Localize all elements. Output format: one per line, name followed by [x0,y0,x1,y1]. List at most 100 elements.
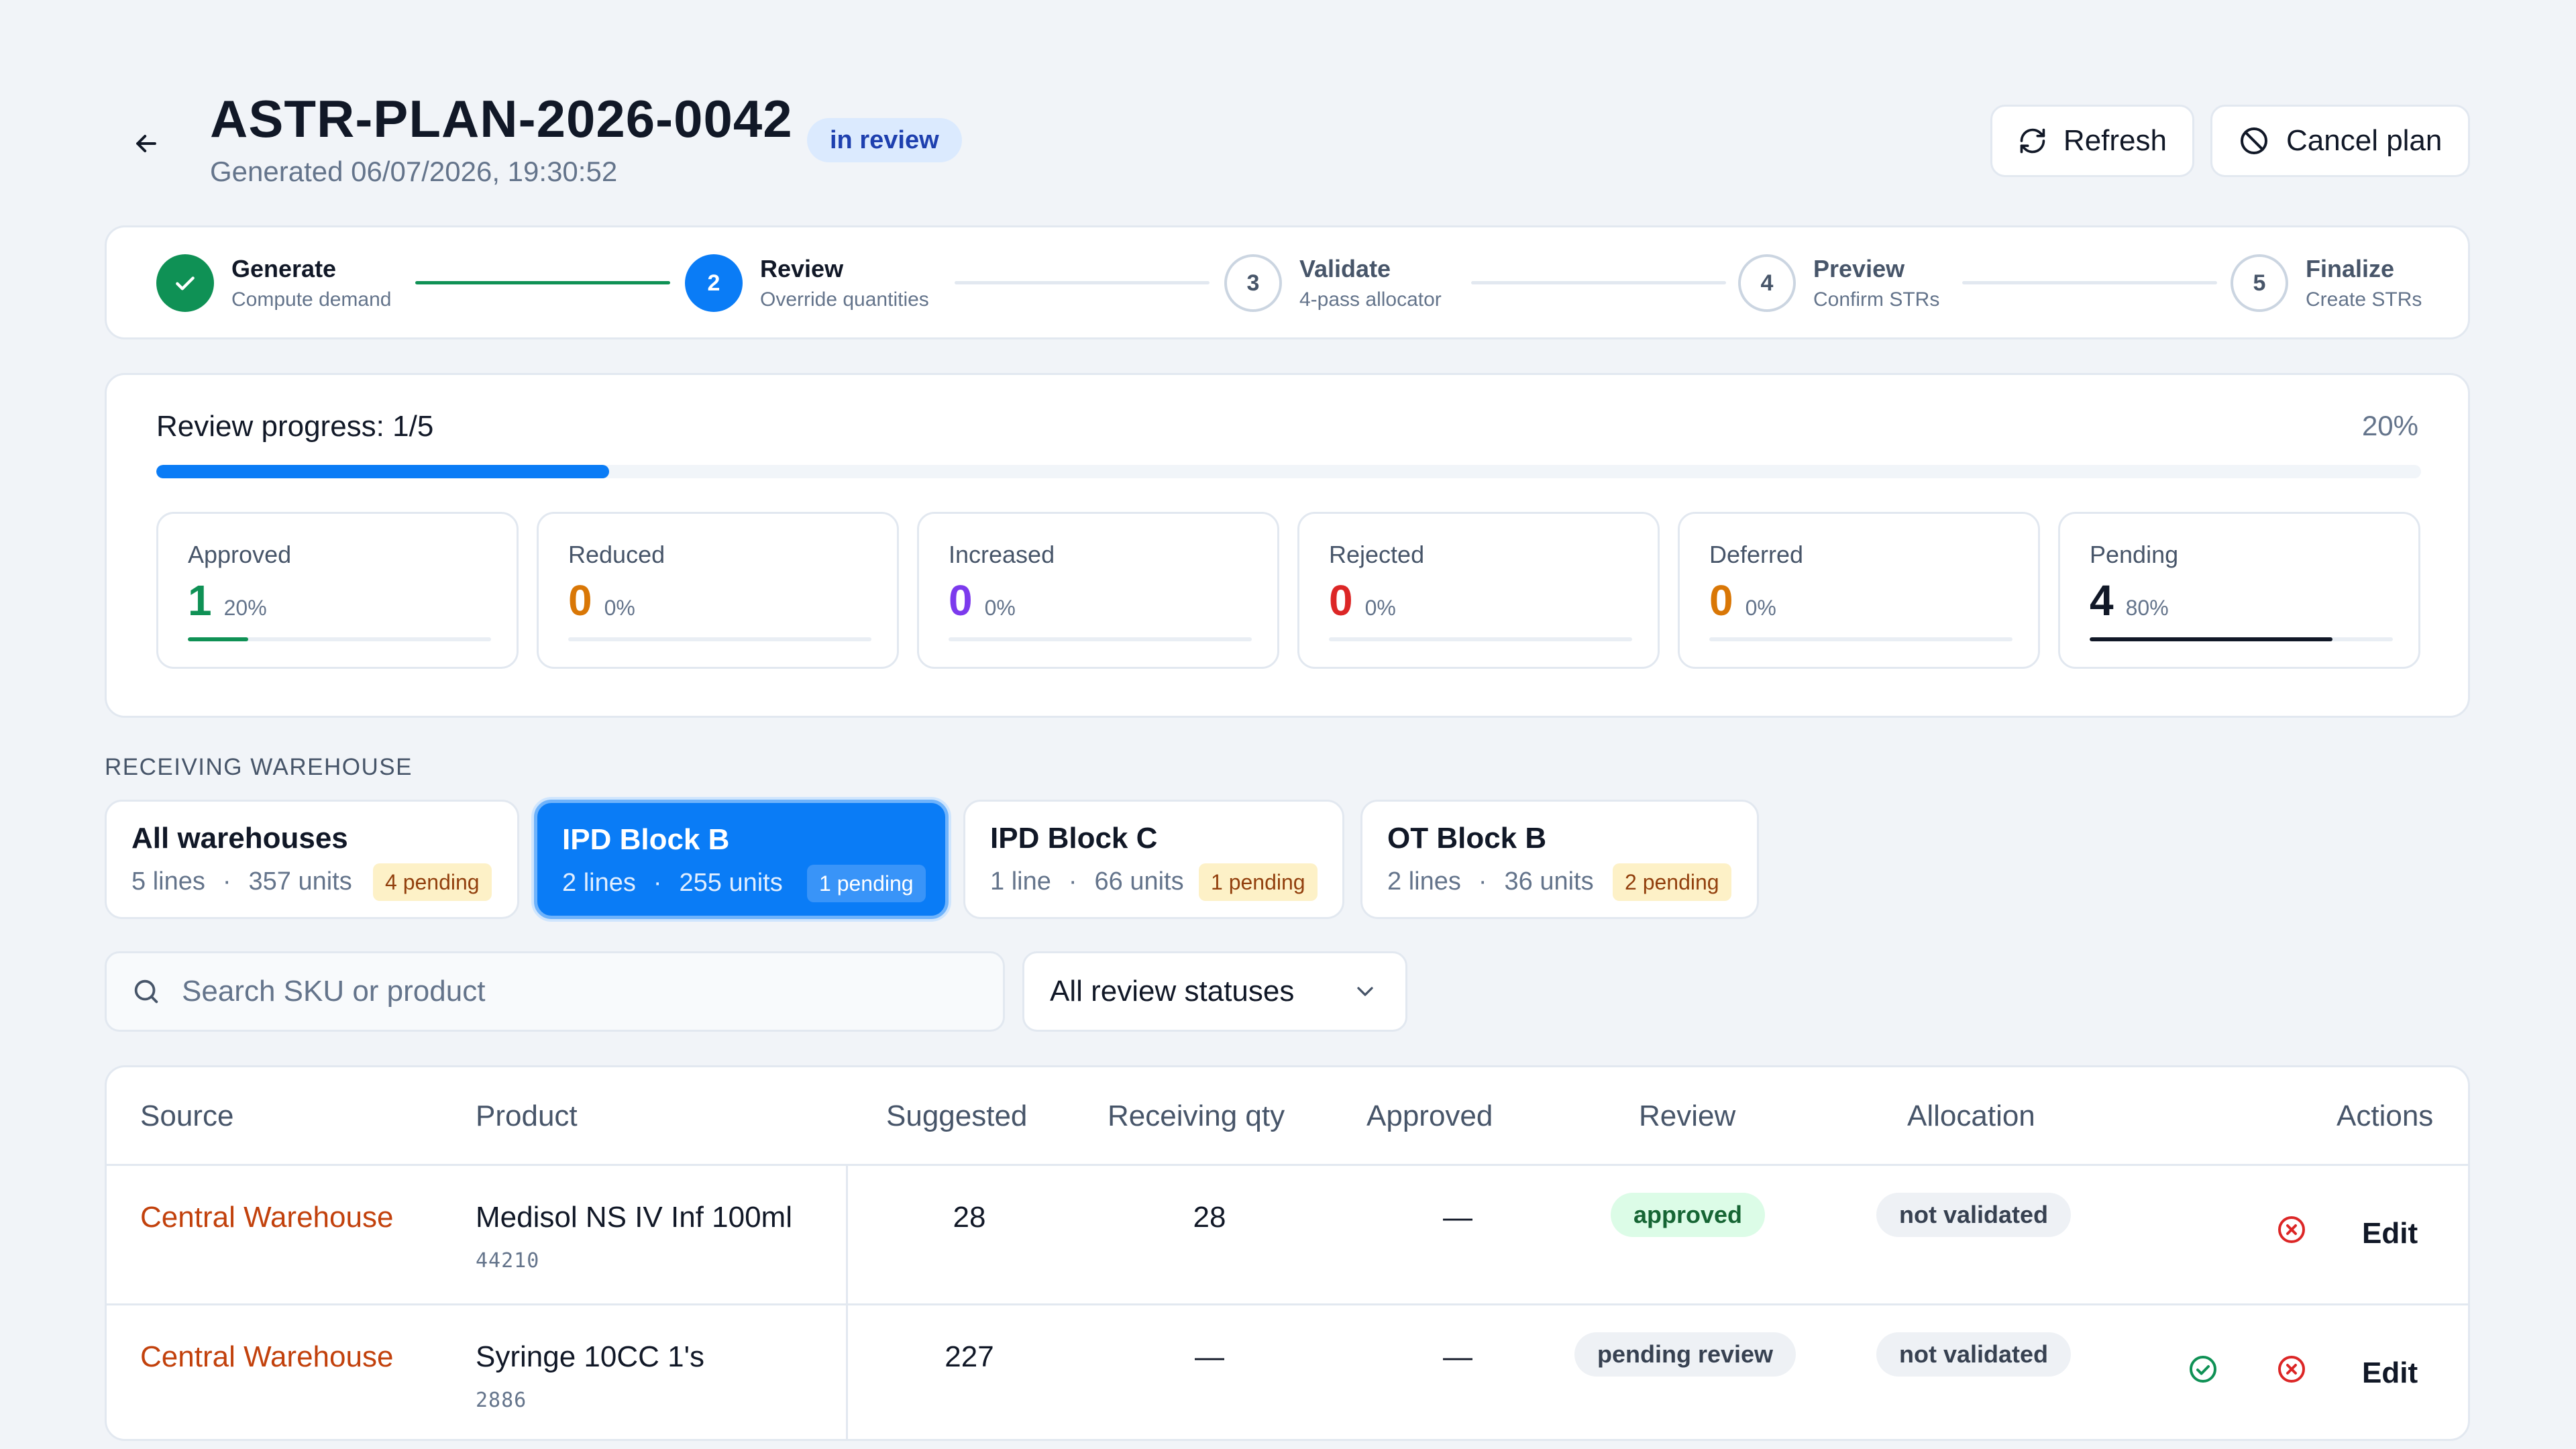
step-review[interactable]: 2 Review Override quantities [685,254,929,312]
stat-label: Reduced [568,541,665,568]
stat-bar [1329,637,1632,641]
stat-percent: 0% [984,596,1016,620]
stat-approved: Approved 1 20% [156,512,519,669]
stat-deferred: Deferred 0 0% [1678,512,2040,669]
warehouse-card-ipd-block-b[interactable]: IPD Block B 2 lines · 255 units 1 pending [534,800,949,919]
pending-badge: 1 pending [807,865,926,902]
stat-value: 0 0% [568,576,635,625]
stat-bar-fill [188,637,249,641]
step-label: Review [760,255,844,282]
stat-value: 0 0% [1329,576,1396,625]
search-box[interactable] [105,951,1005,1032]
step-3-circle: 3 [1224,254,1282,312]
warehouse-card-ipd-block-c[interactable]: IPD Block C 1 line · 66 units 1 pending [963,800,1344,919]
search-input[interactable] [182,975,920,1008]
pending-badge: 4 pending [373,863,492,901]
stat-count: 4 [2090,576,2114,625]
plan-lines-table: Source Product Suggested Receiving qty A… [105,1065,2470,1441]
step-connector [1962,281,2217,284]
stat-bar [949,637,1252,641]
refresh-label: Refresh [2063,124,2167,157]
step-preview[interactable]: 4 Preview Confirm STRs [1738,254,1939,312]
cell-product: Syringe 10CC 1's [476,1340,704,1373]
warehouse-units: 36 units [1504,867,1594,896]
cancel-plan-button[interactable]: Cancel plan [2210,105,2470,177]
step-sublabel: Confirm STRs [1813,288,1940,311]
review-progress-card: Review progress: 1/5 20% Approved 1 20% R… [105,373,2470,718]
receiving-warehouse-label: RECEIVING WAREHOUSE [105,754,413,780]
step-sublabel: Override quantities [760,288,929,311]
cell-suggested: 227 [945,1340,994,1373]
step-label: Generate [231,255,337,282]
stat-percent: 0% [1364,596,1396,620]
review-progress-percent: 20% [2361,410,2418,441]
review-progress-fill [156,465,610,478]
header-product: Product [476,1099,578,1132]
step-validate[interactable]: 3 Validate 4-pass allocator [1224,254,1442,312]
stat-value: 0 0% [1709,576,1776,625]
header-approved: Approved [1366,1099,1493,1132]
refresh-button[interactable]: Refresh [1990,105,2194,177]
cell-sku: 2886 [476,1389,527,1412]
header-review: Review [1639,1099,1736,1132]
step-1-circle [156,254,214,312]
table-row[interactable]: Central Warehouse Syringe 10CC 1's 2886 … [107,1305,2468,1439]
review-status-select[interactable]: All review statuses [1022,951,1407,1032]
cell-product: Medisol NS IV Inf 100ml [476,1201,792,1234]
step-4-circle: 4 [1738,254,1796,312]
stat-percent: 0% [604,596,635,620]
cell-sku: 44210 [476,1249,540,1273]
reject-button[interactable] [2272,1210,2311,1249]
step-finalize[interactable]: 5 Finalize Create STRs [2231,254,2422,312]
back-button[interactable] [127,125,165,162]
cell-suggested: 28 [953,1201,986,1234]
stat-value: 4 80% [2090,576,2169,625]
stat-bar [568,637,871,641]
refresh-icon [2020,128,2045,154]
stat-label: Increased [949,541,1055,568]
stat-value: 0 0% [949,576,1016,625]
step-label: Preview [1813,255,1905,282]
cell-source[interactable]: Central Warehouse [140,1340,393,1374]
step-2-circle: 2 [685,254,743,312]
warehouse-units: 255 units [679,869,783,897]
table-row[interactable]: Central Warehouse Medisol NS IV Inf 100m… [107,1166,2468,1303]
stat-count: 0 [1709,576,1733,625]
warehouse-meta: 5 lines · 357 units [131,867,352,896]
stat-percent: 80% [2125,596,2169,620]
pending-badge: 2 pending [1613,863,1731,901]
warehouse-card-ot-block-b[interactable]: OT Block B 2 lines · 36 units 2 pending [1360,800,1759,919]
stat-label: Deferred [1709,541,1804,568]
warehouse-lines: 5 lines [131,867,205,896]
warehouse-name: IPD Block B [562,823,730,856]
stat-pending: Pending 4 80% [2058,512,2420,669]
warehouse-card-all[interactable]: All warehouses 5 lines · 357 units 4 pendi… [105,800,519,919]
cell-source[interactable]: Central Warehouse [140,1201,393,1234]
review-progress-bar [156,465,2421,478]
approve-button[interactable] [2184,1350,2222,1389]
pending-badge: 1 pending [1199,863,1318,901]
stat-label: Pending [2090,541,2179,568]
status-badge: in review [807,118,962,162]
step-connector [1471,281,1726,284]
step-label: Validate [1299,255,1391,282]
warehouse-meta: 2 lines · 255 units [562,869,783,897]
step-generate[interactable]: Generate Compute demand [156,254,391,312]
warehouse-name: All warehouses [131,822,348,855]
stat-reduced: Reduced 0 0% [537,512,899,669]
stat-bar [2090,637,2393,641]
generated-timestamp: Generated 06/07/2026, 19:30:52 [210,156,618,187]
stat-rejected: Rejected 0 0% [1297,512,1660,669]
plan-stepper: Generate Compute demand 2 Review Overrid… [105,225,2470,339]
edit-button[interactable]: Edit [2362,1217,2418,1250]
stat-value: 1 20% [188,576,267,625]
reject-button[interactable] [2272,1350,2311,1389]
warehouse-lines: 2 lines [562,869,636,897]
stat-count: 1 [188,576,212,625]
cell-approved: — [1443,1201,1472,1234]
stat-label: Approved [188,541,292,568]
warehouse-units: 357 units [248,867,352,896]
header-source: Source [140,1099,234,1132]
step-5-circle: 5 [2231,254,2288,312]
edit-button[interactable]: Edit [2362,1356,2418,1390]
